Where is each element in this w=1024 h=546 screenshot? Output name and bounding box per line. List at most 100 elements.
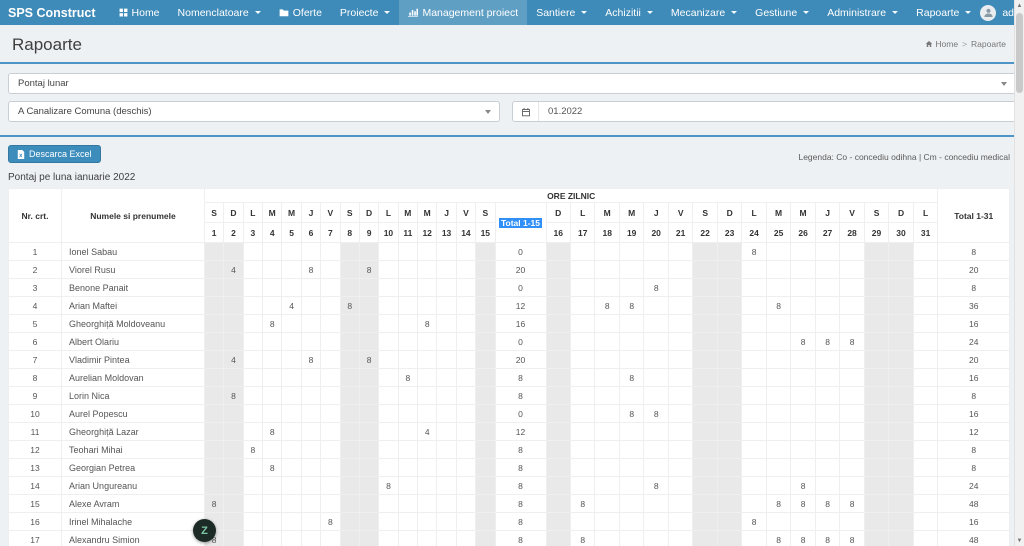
day-cell	[766, 279, 790, 297]
scrollbar-thumb[interactable]	[1016, 13, 1023, 93]
day-cell: 8	[301, 261, 320, 279]
header-day-number: 25	[766, 223, 790, 243]
day-cell	[766, 351, 790, 369]
nav-item-mecanizare[interactable]: Mecanizare	[662, 0, 746, 25]
header-day-number: 13	[437, 223, 456, 243]
day-cell: 8	[766, 531, 790, 546]
day-cell	[766, 441, 790, 459]
day-cell	[742, 261, 766, 279]
day-cell	[742, 369, 766, 387]
day-cell	[791, 513, 815, 531]
header-day-letter: M	[791, 203, 815, 223]
page-title: Rapoarte	[12, 35, 1012, 55]
day-cell	[546, 441, 570, 459]
day-cell	[476, 405, 495, 423]
nav-item-management-proiect[interactable]: Management proiect	[399, 0, 527, 25]
table-row: 10Aurel Popescu08816	[9, 405, 1010, 423]
day-cell	[570, 405, 594, 423]
day-cell	[815, 423, 839, 441]
header-day-letter: S	[340, 203, 359, 223]
nav-item-santiere[interactable]: Santiere	[527, 0, 596, 25]
day-cell	[840, 369, 864, 387]
nav-item-rapoarte[interactable]: Rapoarte	[907, 0, 980, 25]
day-cell	[224, 405, 243, 423]
caret-down-icon	[803, 11, 809, 14]
row-number-cell: 12	[9, 441, 62, 459]
day-cell	[840, 423, 864, 441]
day-cell	[359, 315, 378, 333]
day-cell	[224, 333, 243, 351]
total-1-31-cell: 20	[938, 351, 1010, 369]
day-cell: 8	[263, 459, 282, 477]
header-day-number: 11	[398, 223, 417, 243]
project-select[interactable]: A Canalizare Comuna (deschis)	[8, 101, 500, 122]
day-cell	[913, 423, 938, 441]
day-cell	[840, 279, 864, 297]
breadcrumb-home[interactable]: Home	[925, 39, 958, 49]
day-cell	[668, 459, 692, 477]
total-1-31-cell: 8	[938, 387, 1010, 405]
total-1-15-cell: 12	[495, 423, 546, 441]
window-scrollbar[interactable]: ▲ ▼	[1014, 0, 1024, 546]
day-cell	[570, 369, 594, 387]
nav-item-administrare[interactable]: Administrare	[818, 0, 907, 25]
day-cell	[418, 405, 437, 423]
day-cell	[243, 351, 262, 369]
day-cell	[321, 279, 340, 297]
day-cell	[359, 405, 378, 423]
day-cell	[595, 477, 619, 495]
header-name: Numele si prenumele	[62, 189, 205, 243]
total-1-15-cell: 16	[495, 315, 546, 333]
scroll-up-arrow-icon[interactable]: ▲	[1015, 0, 1024, 11]
nav-item-gestiune[interactable]: Gestiune	[746, 0, 818, 25]
day-cell	[546, 387, 570, 405]
download-excel-button[interactable]: Descarca Excel	[8, 145, 101, 163]
day-cell	[889, 387, 913, 405]
total-1-15-cell: 0	[495, 279, 546, 297]
day-cell: 8	[619, 405, 643, 423]
day-cell	[864, 351, 888, 369]
day-cell	[913, 333, 938, 351]
nav-item-achizitii[interactable]: Achizitii	[596, 0, 662, 25]
day-cell	[546, 369, 570, 387]
day-cell	[546, 495, 570, 513]
total-1-15-cell: 0	[495, 333, 546, 351]
day-cell	[913, 387, 938, 405]
day-cell	[595, 513, 619, 531]
month-input-group: 01.2022	[512, 101, 1016, 122]
nav-item-home[interactable]: Home	[110, 0, 169, 25]
day-cell	[840, 351, 864, 369]
header-day-letter: L	[243, 203, 262, 223]
nav-item-oferte[interactable]: Oferte	[270, 0, 331, 25]
calendar-icon[interactable]	[513, 102, 539, 121]
employee-name-cell: Alexe Avram	[62, 495, 205, 513]
scroll-down-arrow-icon[interactable]: ▼	[1015, 535, 1024, 546]
day-cell	[595, 333, 619, 351]
chevron-down-icon	[1001, 82, 1007, 86]
day-cell	[340, 333, 359, 351]
header-day-number: 8	[340, 223, 359, 243]
day-cell	[340, 459, 359, 477]
day-cell	[476, 333, 495, 351]
brand-logo[interactable]: SPS Construct	[0, 6, 110, 20]
report-type-select[interactable]: Pontaj lunar	[8, 73, 1016, 94]
folder-icon	[279, 8, 289, 17]
day-cell	[570, 261, 594, 279]
chat-widget-button[interactable]: Z	[193, 519, 216, 542]
day-cell	[693, 405, 717, 423]
month-input[interactable]: 01.2022	[539, 106, 1015, 117]
day-cell	[418, 351, 437, 369]
day-cell	[546, 531, 570, 546]
row-number-cell: 6	[9, 333, 62, 351]
day-cell: 8	[644, 477, 668, 495]
day-cell	[913, 459, 938, 477]
day-cell	[456, 387, 475, 405]
total-1-15-highlight: Total 1-15	[499, 218, 542, 228]
nav-item-proiecte[interactable]: Proiecte	[331, 0, 400, 25]
nav-item-nomenclatoare[interactable]: Nomenclatoare	[169, 0, 270, 25]
day-cell	[717, 369, 741, 387]
day-cell	[693, 279, 717, 297]
day-cell: 8	[263, 423, 282, 441]
day-cell	[864, 243, 888, 261]
day-cell	[340, 315, 359, 333]
